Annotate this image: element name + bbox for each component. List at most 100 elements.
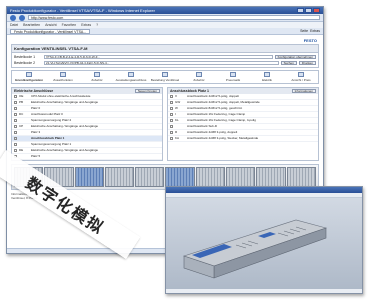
step-icon	[162, 72, 168, 77]
step-item[interactable]: Ausstattungsanschluss	[115, 72, 147, 82]
module-block	[165, 167, 195, 187]
step-item[interactable]: Bestellung Ventilinsel	[149, 72, 181, 82]
menu-file[interactable]: Datei	[10, 23, 18, 27]
step-item[interactable]: Zubehör	[81, 72, 113, 82]
item-code: X	[175, 94, 178, 98]
step-label: Bestellung Ventilinsel	[150, 78, 180, 82]
menu-tools[interactable]: Extras	[81, 23, 91, 27]
field-label: Bestellcode 1	[14, 55, 36, 59]
step-item[interactable]: Pneumatik	[217, 72, 249, 82]
radio-button[interactable]	[14, 143, 17, 146]
radio-button[interactable]	[14, 125, 17, 128]
order-code-2-input[interactable]: 21-VH-Twin/EVO-VC/PB-44-4-Fahr-5-D-NS-4.…	[44, 61, 279, 65]
right-panel-title: Anschlussblock Platz 1	[170, 89, 209, 93]
item-code: OE	[19, 94, 24, 98]
step-item[interactable]: Zubehör	[183, 72, 215, 82]
menu-help[interactable]: ?	[96, 23, 98, 27]
window-controls	[297, 8, 320, 13]
radio-button[interactable]	[14, 101, 17, 104]
config-steps: Grundkonfiguration Zusatzfunktion Zubehö…	[11, 70, 319, 84]
step-item[interactable]: Zusatzfunktion	[47, 72, 79, 82]
step-label: Zubehör	[193, 78, 205, 82]
window-title: Festo Produktkonfigurator - Ventilinsel …	[10, 8, 155, 13]
item-name: Anschlussblock 4xM8 3-polig, doppelt	[187, 130, 238, 134]
radio-button[interactable]	[170, 131, 173, 134]
order-code-1-input[interactable]: VTSA-F-CB-B-Z-4-E-4-R-5-D-6-D-W-Z...	[44, 55, 273, 59]
item-code: I	[175, 112, 176, 116]
radio-button[interactable]	[14, 95, 17, 98]
info-button[interactable]: Informationen	[291, 89, 316, 93]
step-item[interactable]: Elektrik	[251, 72, 283, 82]
menu-edit[interactable]: Bearbeiten	[23, 23, 40, 27]
step-icon	[298, 72, 304, 77]
radio-button[interactable]	[170, 125, 173, 128]
step-label: Ansicht / Preis	[291, 78, 311, 82]
left-panel: Elektrische Anschlüsse Neuen Knoten OE CP…	[11, 87, 163, 161]
search-button[interactable]: Suchen	[280, 61, 297, 65]
item-name: Anschlussblock 4xM8 3-polig, Stecker, Me…	[187, 136, 259, 140]
item-name: CPX-Modul ohne elektrische Anschlussleis…	[31, 94, 91, 98]
forward-button[interactable]	[19, 14, 25, 21]
item-code: DE	[19, 148, 24, 152]
radio-button[interactable]	[14, 137, 17, 140]
radio-button[interactable]	[170, 107, 173, 110]
item-code: KA	[175, 136, 180, 140]
step-item[interactable]: Grundkonfiguration	[13, 72, 45, 82]
item-code: PB	[19, 100, 24, 104]
3d-canvas[interactable]	[166, 198, 362, 289]
module-block	[286, 167, 316, 187]
panels: Elektrische Anschlüsse Neuen Knoten OE CP…	[11, 87, 319, 161]
back-button[interactable]	[10, 14, 16, 21]
url-field[interactable]: http://www.festo.com	[28, 15, 320, 20]
tools-menu[interactable]: Extras	[310, 29, 320, 33]
right-panel-list: X Anschlussblock 4xM12 5-polig, doppelt GW…	[168, 94, 318, 142]
browser-tab[interactable]: Festo Produktkonfigurator - Ventilinsel …	[10, 28, 91, 34]
radio-button[interactable]	[170, 137, 173, 140]
maximize-button[interactable]	[305, 8, 312, 13]
3d-view-window	[165, 186, 363, 294]
list-item[interactable]: KA Anschlussblock 4xM8 3-polig, Stecker, …	[168, 136, 318, 142]
step-item[interactable]: Ansicht / Preis	[285, 72, 317, 82]
radio-button[interactable]	[14, 119, 17, 122]
item-name: Spannungsversorgung Platz 2	[31, 118, 72, 122]
radio-button[interactable]	[14, 149, 17, 152]
radio-button[interactable]	[170, 119, 173, 122]
page-menu[interactable]: Seite	[300, 29, 308, 33]
brand-logo: FESTO	[303, 38, 317, 43]
item-name: Elektrische Anschaltung / Eingänge und A…	[31, 100, 99, 104]
radio-button[interactable]	[14, 107, 17, 110]
step-icon	[128, 72, 134, 77]
new-node-button[interactable]: Neuen Knoten	[134, 89, 160, 93]
step-icon	[60, 72, 66, 77]
radio-button[interactable]	[170, 113, 173, 116]
item-code: R	[175, 130, 178, 134]
radio-button[interactable]	[14, 113, 17, 116]
radio-button[interactable]	[170, 101, 173, 104]
menu-view[interactable]: Ansicht	[45, 23, 56, 27]
title-bar: Festo Produktkonfigurator - Ventilinsel …	[7, 7, 323, 14]
config-title: Konfiguration VENTILINSEL VTSA-F-M	[11, 44, 319, 53]
step-label: Zusatzfunktion	[53, 78, 73, 82]
list-item[interactable]: Platz 5	[12, 154, 162, 160]
step-label: Zubehör	[91, 78, 103, 82]
item-name: Platz 5	[31, 154, 41, 158]
step-label: Elektrik	[262, 78, 272, 82]
module-block	[256, 167, 286, 187]
radio-button[interactable]	[170, 95, 173, 98]
module-block	[74, 167, 104, 187]
step-icon	[230, 72, 236, 77]
item-name: Platz 3	[31, 130, 41, 134]
step-icon	[196, 72, 202, 77]
menu-favorites[interactable]: Favoriten	[62, 23, 77, 27]
item-name: Anschlussmodul Platz 0	[31, 112, 63, 116]
valve-terminal-3d-model	[183, 219, 328, 279]
step-label: Grundkonfiguration	[14, 78, 44, 82]
radio-button[interactable]	[14, 131, 17, 134]
print-button[interactable]: Drucken	[298, 61, 316, 65]
step-label: Ausstattungsanschluss	[115, 78, 147, 82]
address-bar: http://www.festo.com	[7, 14, 323, 22]
minimize-button[interactable]	[297, 8, 304, 13]
item-name: Anschlussblock 4xM12 5-polig, doppelt, M…	[187, 100, 260, 104]
apply-config-button[interactable]: Konfiguration ubernehmen	[274, 55, 316, 59]
close-button[interactable]	[313, 8, 320, 13]
